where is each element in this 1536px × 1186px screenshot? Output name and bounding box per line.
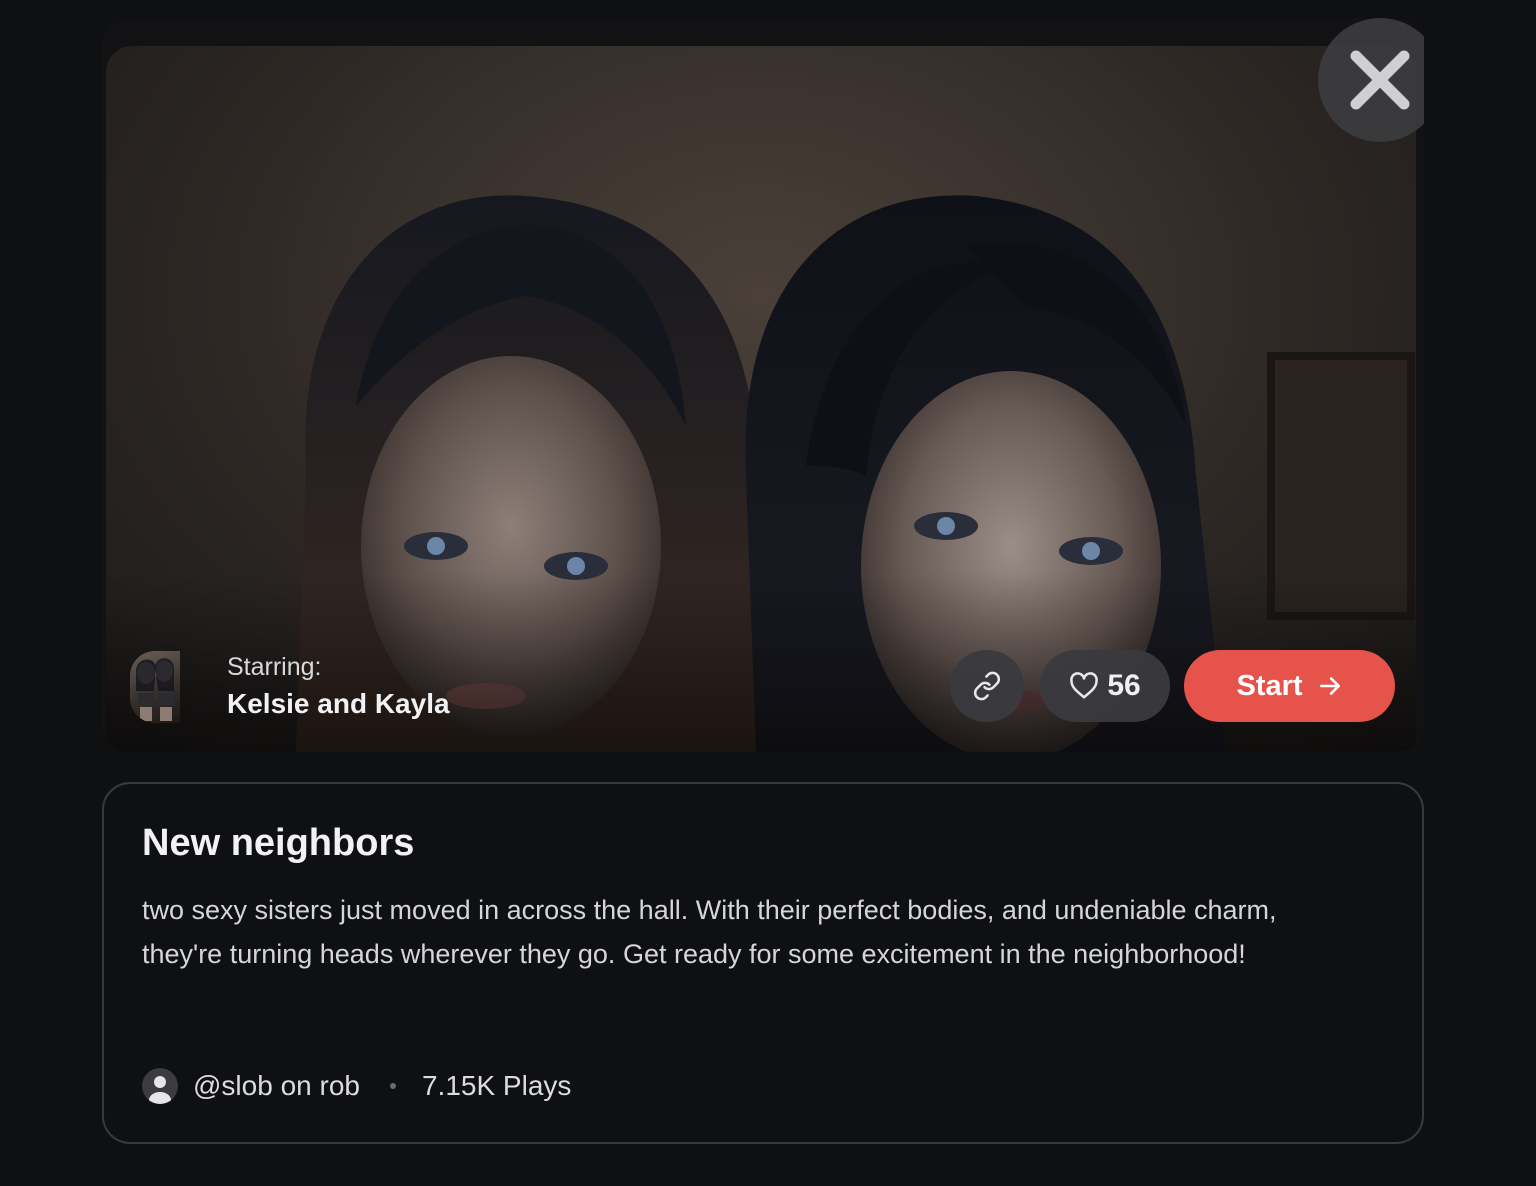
story-cover-image <box>106 46 1416 752</box>
user-icon <box>149 1076 171 1104</box>
heart-icon <box>1069 672 1099 700</box>
author-name[interactable]: @slob on rob <box>193 1070 360 1102</box>
copy-link-button[interactable] <box>950 650 1024 722</box>
start-button[interactable]: Start <box>1184 650 1395 722</box>
character-avatar <box>130 651 180 723</box>
close-icon <box>1348 48 1412 112</box>
story-description: two sexy sisters just moved in across th… <box>142 895 1277 969</box>
like-button[interactable]: 56 <box>1040 650 1170 722</box>
start-label: Start <box>1236 669 1303 702</box>
starring-names: Kelsie and Kayla <box>227 688 450 719</box>
play-count: 7.15K Plays <box>421 1070 572 1101</box>
story-hero <box>102 18 1424 752</box>
author-avatar[interactable] <box>142 1068 178 1104</box>
story-meta: @slob on rob 7.15K Plays <box>142 1066 571 1106</box>
arrow-right-icon <box>1317 673 1343 699</box>
starring-section: Starring: Kelsie and Kayla <box>130 650 450 724</box>
story-info-card: New neighbors two sexy sisters just move… <box>102 782 1424 1144</box>
like-count: 56 <box>1107 669 1141 702</box>
meta-separator <box>389 1083 396 1089</box>
link-icon <box>972 671 1002 701</box>
starring-label: Starring: <box>227 653 322 681</box>
hero-actions: 56 Start <box>950 650 1395 722</box>
story-title: New neighbors <box>142 822 415 864</box>
